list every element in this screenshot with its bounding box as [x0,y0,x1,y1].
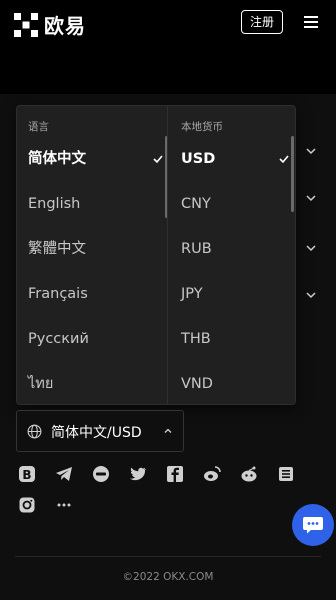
banner [0,46,336,94]
language-option[interactable]: 繁體中文 [17,234,167,264]
globe-icon [27,424,42,439]
okx-logo-icon [14,12,38,37]
chevron-down-icon[interactable] [305,289,317,301]
social-links: B [16,463,312,485]
selector-value: 简体中文/USD [51,425,142,441]
language-column: 语言 简体中文 English 繁體中文 Français Русский ไท… [17,106,168,404]
currency-option[interactable]: VND [168,369,296,399]
footer-divider [15,556,321,557]
currency-option[interactable]: CNY [168,189,296,219]
brand-name: 欧易 [44,14,86,38]
hamburger-menu-icon[interactable] [303,14,319,30]
language-option[interactable]: Français [17,279,167,309]
language-header: 语言 [28,121,49,133]
chat-support-icon [303,517,323,534]
currency-option[interactable]: USD [168,144,296,174]
currency-header: 本地货币 [181,121,223,133]
language-currency-dropdown: 语言 简体中文 English 繁體中文 Français Русский ไท… [16,105,296,405]
bitcoin-icon[interactable]: B [16,463,38,485]
social-links-row-2 [16,494,90,516]
currency-option[interactable]: RUB [168,234,296,264]
line-icon[interactable] [90,463,112,485]
instagram-icon[interactable] [16,494,38,516]
chat-support-button[interactable] [292,504,334,546]
currency-column: 本地货币 USD CNY RUB JPY THB VND [167,106,296,404]
currency-scrollbar[interactable] [291,136,294,212]
language-option[interactable]: English [17,189,167,219]
chevron-down-icon[interactable] [305,192,317,204]
checkmark-icon [279,155,289,164]
logo[interactable]: 欧易 [14,10,86,39]
language-currency-selector[interactable]: 简体中文/USD [16,410,184,452]
language-option[interactable]: 简体中文 [17,144,167,174]
checkmark-icon [153,155,163,164]
language-option[interactable]: ไทย [17,369,167,399]
chevron-down-icon[interactable] [305,242,317,254]
header: 欧易 注册 [0,0,336,46]
reddit-icon[interactable] [238,463,260,485]
chevron-up-icon [164,428,172,433]
copyright: ©2022 OKX.COM [122,571,214,583]
twitter-icon[interactable] [127,463,149,485]
svg-text:B: B [22,468,31,482]
facebook-icon[interactable] [164,463,186,485]
news-icon[interactable] [275,463,297,485]
weibo-icon[interactable] [201,463,223,485]
currency-option[interactable]: JPY [168,279,296,309]
language-option[interactable]: Русский [17,324,167,354]
register-button[interactable]: 注册 [241,10,283,34]
telegram-icon[interactable] [53,463,75,485]
chevron-down-icon[interactable] [305,145,317,157]
currency-option[interactable]: THB [168,324,296,354]
more-icon[interactable] [53,494,75,516]
